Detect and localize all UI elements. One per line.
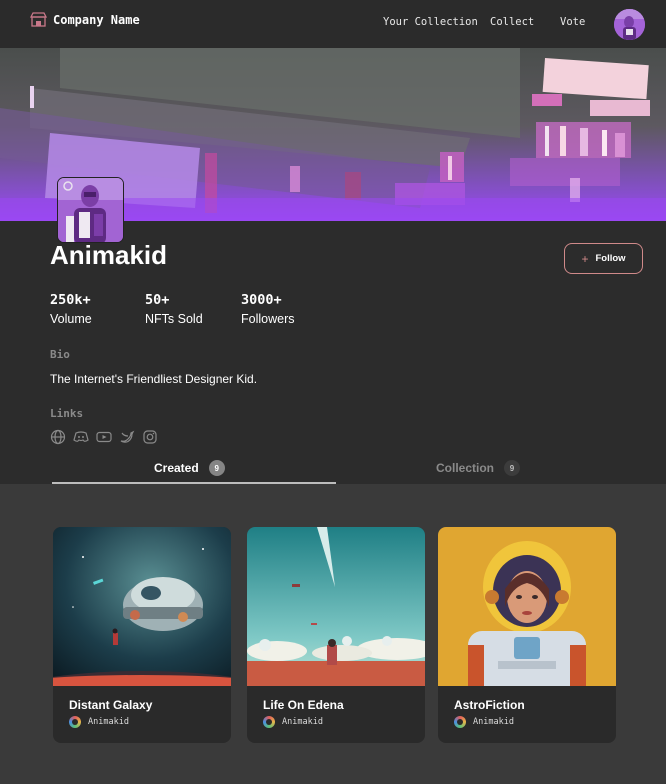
nft-card-image bbox=[53, 527, 231, 686]
user-avatar-image bbox=[614, 9, 645, 40]
tab-collection-count: 9 bbox=[504, 460, 521, 476]
nft-image-distant-galaxy bbox=[53, 527, 231, 686]
globe-icon[interactable] bbox=[50, 429, 66, 445]
nft-card[interactable]: Life On Edena Animakid bbox=[247, 527, 425, 743]
nav-link-vote[interactable]: Vote bbox=[560, 16, 585, 28]
stat-volume-label: Volume bbox=[50, 312, 92, 326]
bio-heading: Bio bbox=[50, 348, 70, 361]
user-avatar[interactable] bbox=[614, 9, 645, 40]
nft-image-astrofiction bbox=[438, 527, 616, 686]
follow-button[interactable]: + Follow bbox=[564, 243, 643, 274]
nft-card-author-name: Animakid bbox=[88, 717, 129, 727]
nft-card-image bbox=[247, 527, 425, 686]
nft-card-title: Distant Galaxy bbox=[69, 698, 153, 712]
author-avatar-icon bbox=[263, 716, 275, 728]
nft-image-life-on-edena bbox=[247, 527, 425, 686]
storefront-icon bbox=[30, 12, 47, 27]
plus-icon: + bbox=[581, 251, 589, 266]
profile-name: Animakid bbox=[50, 240, 168, 270]
nft-card-author[interactable]: Animakid bbox=[263, 716, 323, 728]
tab-created-count: 9 bbox=[208, 460, 225, 476]
tab-collection-label: Collection bbox=[436, 461, 495, 475]
tab-created-label: Created bbox=[154, 461, 199, 475]
stat-followers-value: 3000+ bbox=[241, 292, 282, 308]
nft-card-author-name: Animakid bbox=[282, 717, 323, 727]
profile-avatar bbox=[57, 177, 124, 243]
twitter-icon[interactable] bbox=[119, 429, 135, 445]
top-navbar: Company Name Your Collection Collect Vot… bbox=[0, 0, 666, 48]
follow-button-label: Follow bbox=[595, 253, 626, 264]
social-links bbox=[50, 429, 158, 445]
stat-followers-label: Followers bbox=[241, 312, 295, 326]
instagram-icon[interactable] bbox=[142, 429, 158, 445]
author-avatar-icon bbox=[454, 716, 466, 728]
author-avatar-icon bbox=[69, 716, 81, 728]
nft-card-title: AstroFiction bbox=[454, 698, 525, 712]
discord-icon[interactable] bbox=[73, 429, 89, 445]
nft-card[interactable]: Distant Galaxy Animakid bbox=[53, 527, 231, 743]
stat-volume-value: 250k+ bbox=[50, 292, 91, 308]
bio-text: The Internet's Friendliest Designer Kid. bbox=[50, 372, 258, 386]
nft-card[interactable]: AstroFiction Animakid bbox=[438, 527, 616, 743]
tab-created[interactable]: Created 9 bbox=[154, 460, 225, 476]
nft-card-author-name: Animakid bbox=[473, 717, 514, 727]
nft-card-author[interactable]: Animakid bbox=[69, 716, 129, 728]
links-heading: Links bbox=[50, 407, 84, 420]
stat-nfts-sold-value: 50+ bbox=[145, 292, 170, 308]
active-tab-indicator bbox=[52, 482, 336, 484]
nav-link-your-collection[interactable]: Your Collection bbox=[383, 16, 478, 28]
nft-card-title: Life On Edena bbox=[263, 698, 344, 712]
stat-nfts-sold-label: NFTs Sold bbox=[145, 312, 203, 326]
nft-card-author[interactable]: Animakid bbox=[454, 716, 514, 728]
nav-link-collect[interactable]: Collect bbox=[490, 16, 534, 28]
youtube-icon[interactable] bbox=[96, 429, 112, 445]
profile-avatar-image bbox=[58, 178, 123, 242]
brand-logo[interactable]: Company Name bbox=[30, 12, 140, 27]
brand-name: Company Name bbox=[53, 12, 140, 27]
tab-collection[interactable]: Collection 9 bbox=[436, 460, 521, 476]
nft-card-image bbox=[438, 527, 616, 686]
